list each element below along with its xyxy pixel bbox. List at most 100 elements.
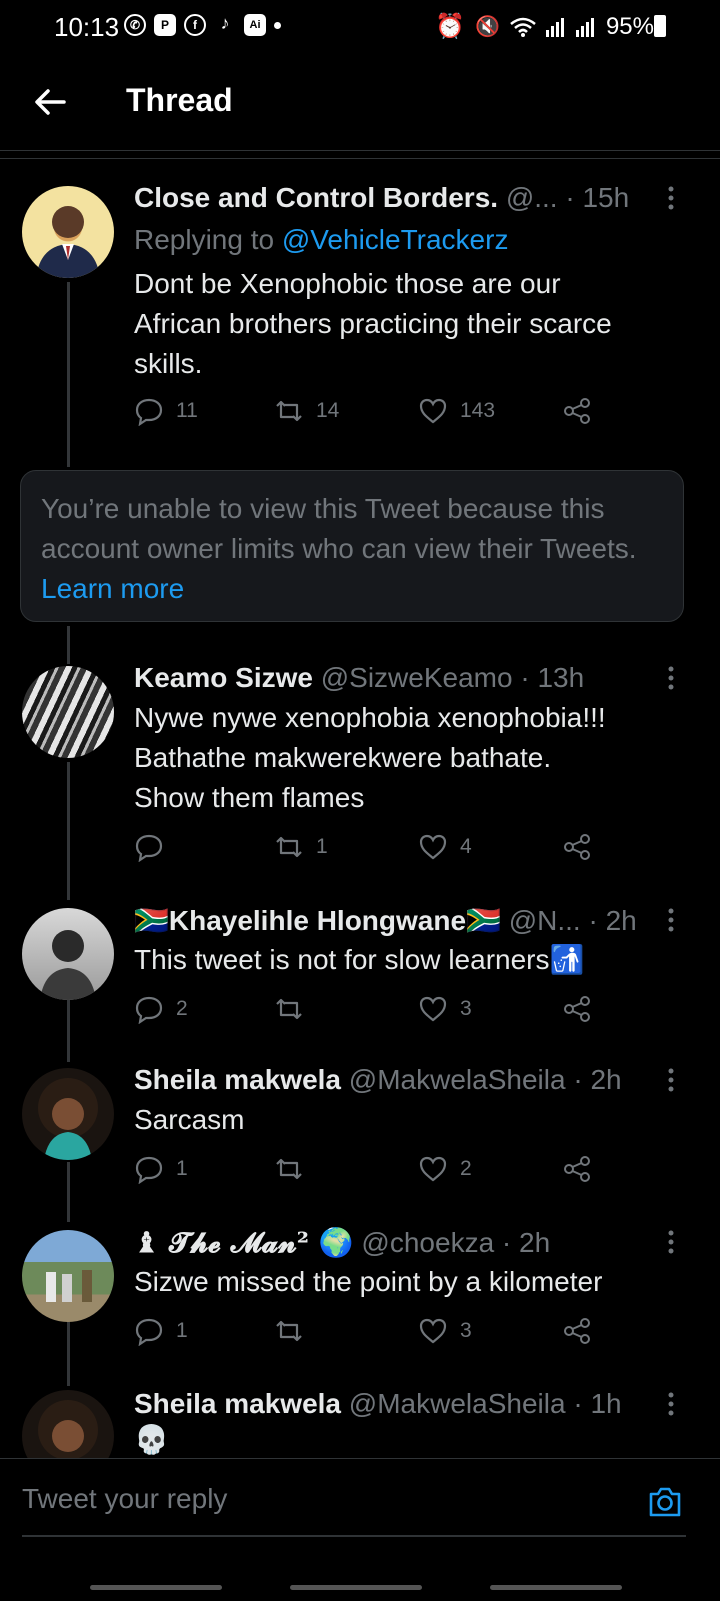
tweet-time: 2h [519,1227,551,1258]
more-vertical-icon[interactable] [666,1390,676,1420]
signal-icon-2 [575,17,594,37]
like-button[interactable]: 3 [418,1316,472,1346]
more-vertical-icon[interactable] [666,664,676,694]
display-name[interactable]: ♝ 𝓣𝓱𝓮 𝓜𝓪𝓷² 🌍 [134,1226,354,1259]
status-bar: 10:13 ✆ P f ♪ Ai ⏰ 🔇 95% [0,0,720,52]
tweet-text-line: Sarcasm [134,1104,245,1135]
display-name[interactable]: Sheila makwela [134,1064,341,1095]
tweet-header: ♝ 𝓣𝓱𝓮 𝓜𝓪𝓷² 🌍 @choekza · 2h [134,1226,670,1260]
heart-icon [419,1156,447,1182]
display-name[interactable]: 🇿🇦Khayelihle Hlongwane🇿🇦 [134,905,501,936]
avatar[interactable] [22,186,114,278]
divider [0,150,720,151]
separator: · [573,1390,583,1419]
user-handle[interactable]: @MakwelaSheila [349,1390,566,1419]
tweet-text: Dont be Xenophobic those are our African… [134,264,680,384]
like-button[interactable]: 4 [418,832,472,862]
tweet-text-line: Nywe nywe xenophobia xenophobia!!! [134,702,606,733]
tweet[interactable]: 🇿🇦Khayelihle Hlongwane🇿🇦 @N... · 2h This… [0,905,720,1038]
tweet-text-line: skills. [134,348,203,379]
like-count: 3 [460,997,472,1020]
tweet-time: 1h [590,1390,622,1419]
user-handle[interactable]: @choekza [361,1227,494,1258]
tweet-header: Sheila makwela @MakwelaSheila · 2h [134,1064,670,1096]
battery-percent: 95% [605,12,654,40]
tweet[interactable]: Sheila makwela @MakwelaSheila · 2h Sarca… [0,1064,720,1198]
retweet-icon [276,1320,302,1342]
like-button[interactable]: 143 [418,396,495,426]
user-handle[interactable]: @SizweKeamo [321,662,513,693]
share-button[interactable] [562,1316,592,1346]
tweet-actions: 1 4 [134,832,614,866]
retweet-button[interactable] [274,994,316,1024]
more-vertical-icon[interactable] [666,906,676,936]
tweet-header: 🇿🇦Khayelihle Hlongwane🇿🇦 @N... · 2h [134,904,670,937]
avatar[interactable] [22,1230,114,1322]
more-vertical-icon[interactable] [666,184,676,214]
tweet-actions: 1 3 [134,1316,614,1350]
share-button[interactable] [562,396,592,426]
avatar[interactable] [22,1068,114,1160]
tweet[interactable]: Close and Control Borders. @... · 15h Re… [0,182,720,446]
reply-button[interactable]: 1 [134,1154,188,1184]
share-icon [564,834,590,860]
more-vertical-icon[interactable] [666,1228,676,1258]
retweet-button[interactable] [274,1154,316,1184]
avatar[interactable] [22,908,114,1000]
tweet-time: 15h [582,182,630,213]
retweet-button[interactable]: 14 [274,396,339,426]
tweet-text-line: 💀 [134,1424,169,1455]
arrow-left-icon[interactable] [30,82,70,122]
tweet[interactable]: Sheila makwela @MakwelaSheila · 1h 💀 [0,1390,720,1458]
status-app-icons: ✆ P f ♪ Ai [124,14,281,36]
like-count: 143 [460,399,496,422]
share-icon [564,996,590,1022]
user-handle[interactable]: @MakwelaSheila [349,1064,566,1095]
tweet[interactable]: Keamo Sizwe @SizweKeamo · 13h Nywe nywe … [0,662,720,876]
tiktok-icon: ♪ [220,13,230,33]
heart-icon [419,1318,447,1344]
user-handle[interactable]: @N... [509,905,581,936]
tweet-text-line: Show them flames [134,782,365,813]
tweet-header: Close and Control Borders. @... · 15h [134,182,670,214]
reply-input[interactable]: Tweet your reply [22,1483,227,1515]
display-name[interactable]: Sheila makwela [134,1390,341,1419]
avatar[interactable] [22,1390,114,1458]
avatar[interactable] [22,666,114,758]
learn-more-link[interactable]: Learn more [41,573,184,604]
divider [0,158,720,159]
share-button[interactable] [562,832,592,862]
like-button[interactable]: 2 [418,1154,472,1184]
reply-icon [135,1156,163,1184]
reply-count: 2 [176,997,188,1020]
retweet-button[interactable]: 1 [274,832,328,862]
wifi-icon [510,17,536,37]
share-button[interactable] [562,994,592,1024]
display-name[interactable]: Keamo Sizwe [134,662,313,693]
tweet-text: Sizwe missed the point by a kilometer [134,1262,680,1302]
reply-button[interactable]: 2 [134,994,188,1024]
tweet[interactable]: ♝ 𝓣𝓱𝓮 𝓜𝓪𝓷² 🌍 @choekza · 2h Sizwe missed … [0,1226,720,1360]
reply-button[interactable]: 1 [134,1316,188,1346]
signal-icon [545,17,564,37]
retweet-button[interactable] [274,1316,316,1346]
share-icon [564,1318,590,1344]
mention-link[interactable]: @VehicleTrackerz [282,224,509,255]
protected-tweet-notice: You’re unable to view this Tweet because… [20,470,684,622]
share-button[interactable] [562,1154,592,1184]
camera-icon[interactable] [646,1483,684,1521]
retweet-icon [276,1158,302,1180]
whatsapp-icon: ✆ [124,14,146,36]
more-vertical-icon[interactable] [666,1066,676,1096]
reply-icon [135,834,163,862]
heart-icon [419,398,447,424]
tweet-text: 💀 [134,1420,680,1458]
user-handle[interactable]: @... [506,182,558,213]
reply-button[interactable]: 11 [134,396,198,426]
like-count: 3 [460,1319,472,1342]
reply-button[interactable] [134,832,176,862]
like-button[interactable]: 3 [418,994,472,1024]
display-name[interactable]: Close and Control Borders. [134,182,498,213]
tweet-text-line: Bathathe makwerekwere bathate. [134,742,552,773]
tweet-text-line: Dont be Xenophobic those are our [134,268,561,299]
